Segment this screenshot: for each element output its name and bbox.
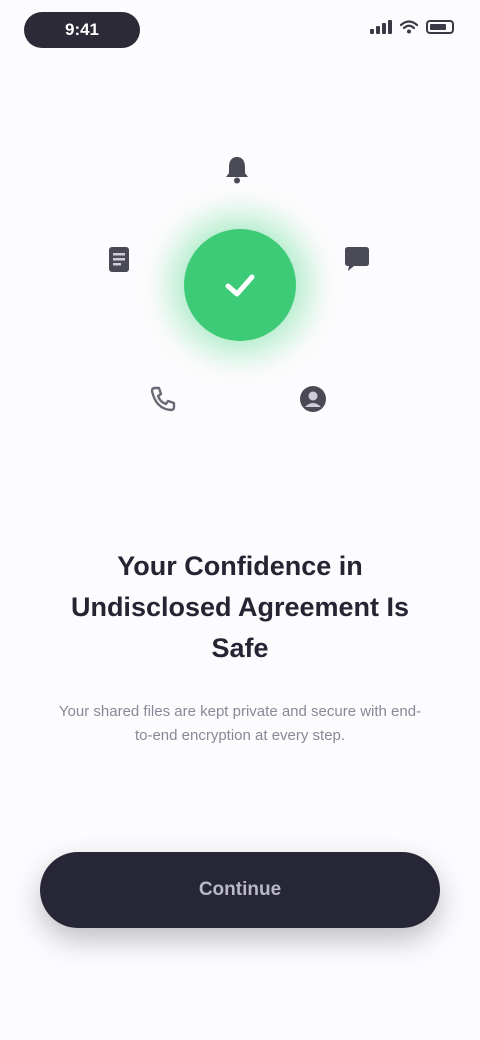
continue-button[interactable]: Continue [40,852,440,928]
chat-icon [340,242,374,276]
check-icon [225,274,255,297]
bell-icon [220,152,254,186]
onboarding-screen: 9:41 Your Confidence in Undisclosed Agre… [0,0,480,1040]
status-bar: 9:41 [0,0,480,60]
headline: Your Confidence in Undisclosed Agreement… [70,551,410,663]
battery-icon [426,20,454,34]
document-icon [102,242,136,276]
user-icon [296,382,330,416]
wifi-icon [400,20,418,34]
signal-icon [370,20,392,34]
security-illustration [0,120,480,440]
status-time: 9:41 [24,12,140,48]
verified-badge [184,229,296,341]
phone-icon [146,382,180,416]
status-icons [370,20,454,34]
description-text: Your shared files are kept private and s… [58,703,422,744]
